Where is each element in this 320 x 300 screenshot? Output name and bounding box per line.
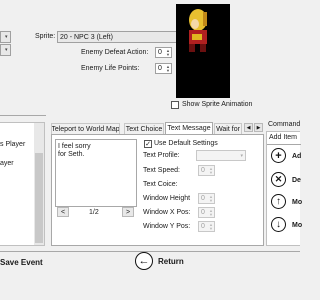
save-event-button[interactable]: Save Event [0, 258, 43, 267]
stepper-arrows-icon: ▲ ▼ [209, 207, 213, 217]
text-speed-stepper[interactable]: 0 ▲ ▼ [198, 165, 215, 176]
left-dropdown-partial-2[interactable]: ▾ [0, 44, 11, 56]
delete-command-label: De [292, 177, 301, 184]
command-header: Command [268, 121, 301, 128]
list-item[interactable]: ayer [0, 160, 14, 167]
page-indicator: 1/2 [89, 209, 99, 216]
window-height-stepper[interactable]: 0 ▲ ▼ [198, 193, 215, 204]
tab-wait-for[interactable]: Wait for [214, 123, 242, 134]
window-x-pos-label: Window X Pos: [143, 209, 191, 216]
enemy-life-points-stepper[interactable]: 0 ▲ ▼ [155, 63, 172, 74]
sprite-label: Sprite: [35, 33, 56, 40]
window-y-pos-label: Window Y Pos: [143, 223, 191, 230]
prev-page-button[interactable]: < [57, 207, 69, 217]
next-page-button[interactable]: > [122, 207, 134, 217]
command-divider [267, 144, 301, 145]
npc-sprite-icon [189, 9, 207, 52]
enemy-defeat-action-stepper[interactable]: 0 ▲ ▼ [155, 47, 172, 58]
tab-scroll-right-button[interactable]: ▶ [254, 123, 263, 132]
text-speed-label: Text Speed: [143, 167, 180, 174]
triangle-right-icon: ▶ [256, 124, 261, 131]
show-sprite-animation-checkbox[interactable] [171, 101, 179, 109]
stepper-arrows-icon: ▲ ▼ [209, 221, 213, 231]
text-message-panel: I feel sorry for Seth. < 1/2 > ✓ Use Def… [51, 134, 264, 246]
sprite-value: 20 - NPC 3 (Left) [60, 33, 113, 41]
stepper-arrows-icon: ▲ ▼ [209, 193, 213, 203]
show-sprite-animation-label: Show Sprite Animation [182, 101, 253, 108]
footer-divider [0, 251, 300, 252]
enemy-defeat-action-label: Enemy Defeat Action: [81, 49, 149, 56]
plus-icon[interactable]: + [271, 148, 286, 163]
window-y-pos-stepper[interactable]: 0 ▲ ▼ [198, 221, 215, 232]
message-line-2: for Seth. [58, 151, 85, 158]
tab-text-message[interactable]: Text Message [165, 122, 213, 134]
triangle-left-icon: ◀ [246, 124, 251, 131]
delete-icon[interactable]: ✕ [271, 172, 286, 187]
move-up-label: Mo [292, 199, 303, 206]
arrow-up-icon[interactable]: ↑ [271, 194, 286, 209]
command-panel: Add Item + Ad ✕ De ↑ Mo ↓ Mo [266, 131, 303, 246]
tab-scroll-left-button[interactable]: ◀ [244, 123, 253, 132]
stepper-arrows-icon: ▲ ▼ [209, 165, 213, 175]
stepper-arrows-icon: ▲ ▼ [166, 47, 170, 57]
text-coice-label: Text Coice: [143, 181, 178, 188]
text-profile-dropdown[interactable]: ▾ [196, 150, 246, 161]
sprite-preview [176, 4, 230, 98]
enemy-life-points-label: Enemy Life Points: [81, 65, 140, 72]
list-scrollbar[interactable] [34, 123, 44, 245]
chevron-down-icon: ▾ [240, 152, 243, 159]
message-line-1: I feel sorry [58, 143, 91, 150]
use-default-settings-label: Use Default Settings [154, 140, 218, 147]
stepper-arrows-icon: ▲ ▼ [166, 63, 170, 73]
return-arrow-icon[interactable]: ← [135, 252, 153, 270]
window-height-label: Window Height [143, 195, 191, 202]
move-down-label: Mo [292, 222, 303, 229]
text-profile-label: Text Profile: [143, 152, 180, 159]
left-dropdown-partial[interactable]: ▾ [0, 31, 11, 43]
tab-teleport-to-world-map[interactable]: Teleport to World Map [51, 123, 120, 134]
left-panel-divider-top [0, 115, 46, 116]
sprite-dropdown[interactable]: 20 - NPC 3 (Left) ▾ [57, 31, 185, 43]
arrow-down-icon[interactable]: ↓ [271, 217, 286, 232]
use-default-settings-checkbox[interactable]: ✓ [144, 140, 152, 148]
return-button[interactable]: Return [158, 257, 184, 266]
left-list[interactable]: s Player ayer [0, 122, 45, 246]
scrollbar-thumb[interactable] [35, 153, 43, 243]
message-textbox[interactable]: I feel sorry for Seth. [55, 139, 137, 207]
list-item[interactable]: s Player [0, 141, 25, 148]
add-item-label: Add Item [269, 134, 298, 141]
window-x-pos-stepper[interactable]: 0 ▲ ▼ [198, 207, 215, 218]
tab-text-choice[interactable]: Text Choice [124, 123, 164, 134]
add-command-label: Ad [292, 153, 302, 160]
